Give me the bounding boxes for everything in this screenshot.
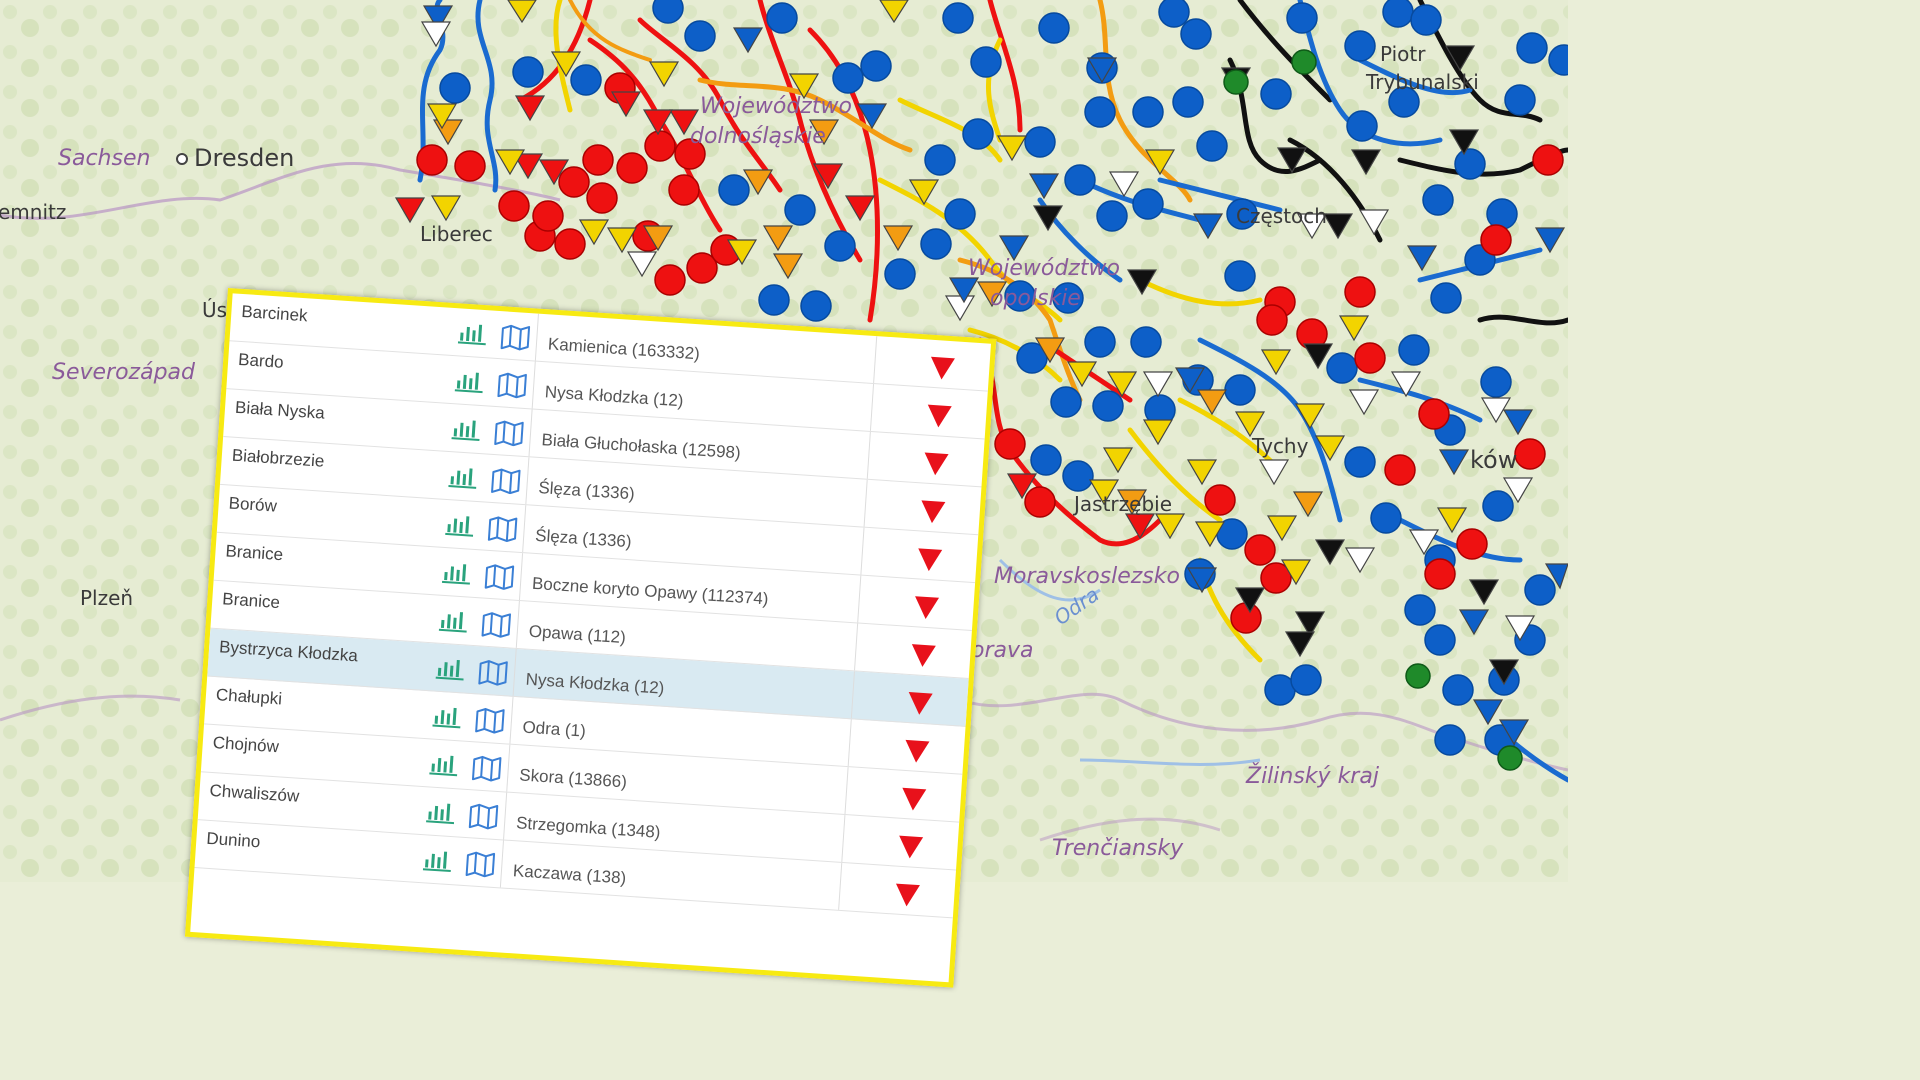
map-icon[interactable]	[496, 371, 528, 399]
river-name: Kaczawa (138)	[512, 861, 627, 888]
region-label: Województwo	[700, 94, 852, 119]
chart-icon[interactable]	[445, 512, 475, 538]
map-icon[interactable]	[480, 611, 512, 639]
alert-triangle-icon	[900, 787, 928, 813]
region-label: Žilinský kraj	[1246, 764, 1379, 789]
station-table-panel: Barcinek Kamienica (163332) Bardo Nysa Kłod…	[184, 288, 997, 988]
alert-triangle-icon	[922, 451, 950, 477]
chart-icon[interactable]	[429, 751, 459, 777]
city-label: Plzeň	[80, 586, 134, 610]
map-icon[interactable]	[477, 658, 509, 686]
region-label: Severozápad	[52, 360, 195, 385]
river-name: Kamienica (163332)	[547, 334, 701, 364]
city-label: ków	[1470, 446, 1518, 474]
alert-triangle-icon	[893, 883, 921, 909]
alert-triangle-icon	[916, 547, 944, 573]
region-label: Sachsen	[58, 146, 151, 171]
chart-icon[interactable]	[438, 608, 469, 634]
map-icon[interactable]	[468, 802, 500, 830]
region-label: opolskie	[990, 286, 1081, 311]
city-label: Ús	[202, 298, 228, 322]
map-icon[interactable]	[484, 563, 516, 591]
station-list: Barcinek Kamienica (163332) Bardo Nysa Kłod…	[194, 293, 991, 919]
chart-icon[interactable]	[451, 416, 481, 442]
station-name: Chwaliszów	[209, 780, 300, 806]
river-name: Ślęza (1336)	[534, 525, 633, 552]
chart-icon[interactable]	[441, 560, 472, 586]
region-label: Województwo	[968, 256, 1120, 281]
river-name: Nysa Kłodzka (12)	[544, 382, 685, 411]
station-name: Barcinek	[240, 301, 309, 326]
city-label: Częstoch	[1236, 204, 1327, 228]
city-label: Trybunalski	[1366, 70, 1479, 94]
station-name: Bystrzyca Kłodzka	[218, 637, 359, 666]
alert-triangle-icon	[903, 739, 931, 765]
city-label: Piotr	[1380, 42, 1426, 66]
station-name: Branice	[224, 541, 284, 565]
chart-icon[interactable]	[426, 799, 456, 825]
chart-icon[interactable]	[422, 847, 453, 873]
alert-triangle-icon	[919, 499, 947, 525]
station-name: Borów	[228, 493, 278, 516]
alert-triangle-icon	[928, 356, 956, 382]
station-name: Białobrzezie	[231, 445, 325, 471]
map-icon[interactable]	[471, 754, 503, 782]
station-name: Chojnów	[212, 733, 280, 757]
station-name: Dunino	[205, 828, 261, 852]
chart-icon[interactable]	[457, 320, 488, 346]
river-name: Nysa Kłodzka (12)	[525, 669, 665, 698]
city-label: Liberec	[420, 222, 493, 246]
region-label: dolnośląskie	[690, 124, 826, 149]
river-name: Ślęza (1336)	[537, 478, 636, 504]
map-icon[interactable]	[465, 850, 497, 878]
city-label: Jastrzębie	[1074, 492, 1172, 516]
river-name: Strzegomka (1348)	[515, 813, 662, 842]
alert-triangle-icon	[925, 404, 953, 430]
city-name: Dresden	[194, 144, 295, 172]
alert-triangle-icon	[909, 643, 937, 669]
alert-triangle-icon	[906, 691, 934, 717]
city-label: Dresden	[176, 146, 294, 170]
station-name: Bardo	[237, 349, 285, 372]
river-name: Biała Głuchołaska (12598)	[541, 430, 742, 463]
map-icon[interactable]	[493, 419, 525, 447]
map-icon[interactable]	[500, 323, 532, 351]
chart-icon[interactable]	[454, 368, 485, 394]
river-name: Skora (13866)	[518, 765, 628, 792]
station-name: Branice	[221, 589, 281, 613]
river-name: Opawa (112)	[528, 621, 627, 648]
map-icon[interactable]	[474, 706, 506, 734]
alert-triangle-icon	[897, 835, 925, 861]
map-icon[interactable]	[490, 467, 522, 495]
river-name: Odra (1)	[521, 717, 587, 741]
region-label: Trenčiansky	[1052, 836, 1184, 861]
chart-icon[interactable]	[432, 704, 462, 730]
alert-triangle-icon	[913, 595, 941, 621]
map-icon[interactable]	[487, 515, 519, 543]
city-label: Tychy	[1252, 434, 1309, 458]
city-label: emnitz	[0, 200, 67, 224]
chart-icon[interactable]	[435, 656, 466, 682]
station-name: Biała Nyska	[234, 397, 326, 423]
station-name: Chałupki	[215, 685, 283, 709]
city-marker-icon	[176, 153, 188, 165]
chart-icon[interactable]	[448, 464, 478, 490]
